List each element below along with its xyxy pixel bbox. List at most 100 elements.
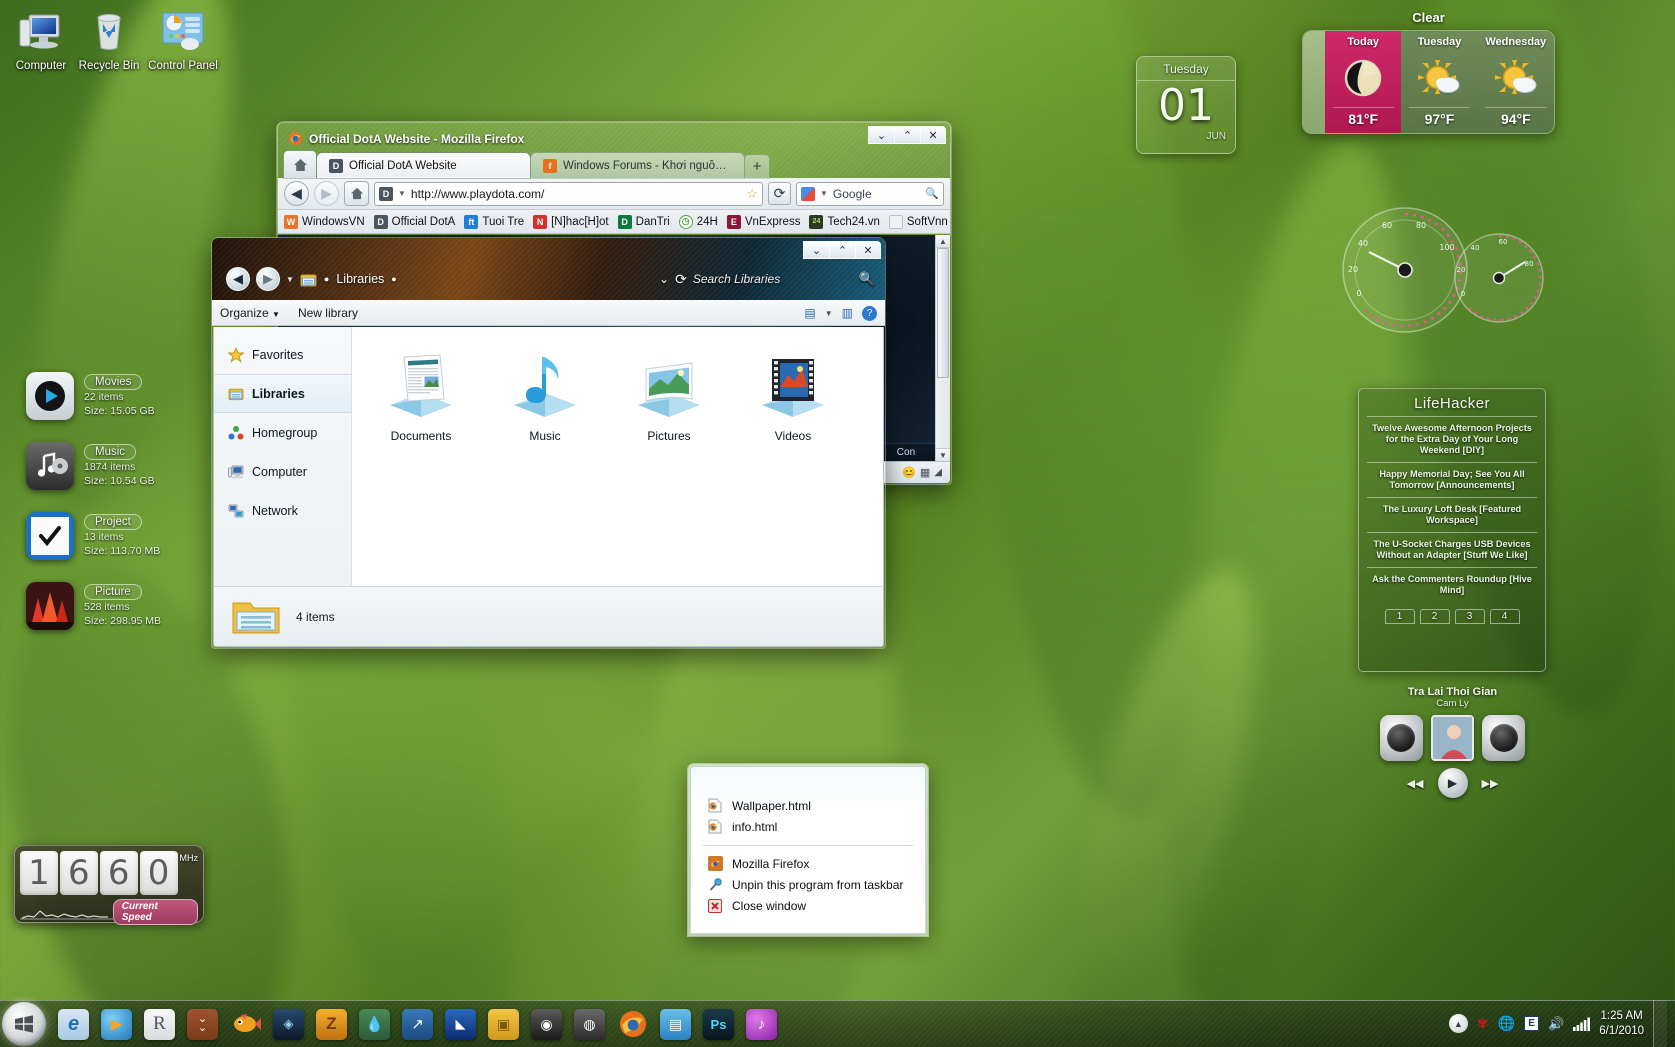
cpu-speed-gadget[interactable]: 1 6 6 0 MHz Current Speed xyxy=(14,845,204,923)
bookmark-item[interactable]: DOfficial DotA xyxy=(374,215,456,229)
lifehacker-gadget[interactable]: LifeHacker Twelve Awesome Afternoon Proj… xyxy=(1358,388,1546,672)
explorer-window-controls[interactable]: ⌄ ⌃ ✕ xyxy=(803,241,881,259)
library-item-music[interactable]: Music xyxy=(494,349,596,443)
music-player-gadget[interactable]: Tra Lai Thoi Gian Cam Ly ◀◀ ▶ ▶▶ xyxy=(1380,686,1525,801)
firefox-navbar[interactable]: ◀ ▶ D ▼ http://www.playdota.com/ ☆ ⟳ ▼ G… xyxy=(278,178,950,210)
forward-button[interactable]: ▶ xyxy=(314,181,339,206)
next-button[interactable]: ▶▶ xyxy=(1482,777,1499,790)
bookmark-star-icon[interactable]: ☆ xyxy=(746,186,758,202)
minimize-button[interactable]: ⌄ xyxy=(803,241,829,259)
jumplist-item-wallpaper[interactable]: Wallpaper.html xyxy=(691,795,925,816)
search-icon[interactable]: 🔍 xyxy=(925,187,939,200)
taskbar-item-winrar[interactable]: Z xyxy=(310,1004,353,1044)
bookmark-item[interactable]: ftTuoi Tre xyxy=(464,215,524,229)
taskbar-item-fish-app[interactable] xyxy=(224,1004,267,1044)
red-tray-icon[interactable]: ✾ xyxy=(1477,1015,1489,1032)
explorer-breadcrumb[interactable]: ● Libraries ● xyxy=(300,272,653,287)
jumplist-item-firefox[interactable]: Mozilla Firefox xyxy=(691,853,925,874)
sidebar-item-libraries[interactable]: Libraries xyxy=(214,374,351,413)
page-button[interactable]: 2 xyxy=(1420,609,1450,624)
show-hidden-icons-button[interactable]: ▲ xyxy=(1449,1014,1468,1033)
taskbar-items[interactable]: e ▶ R ⌄⌄ ◈ Z 💧 ↗ ◣ ▣ ◉ ◍ ▤ Ps ♪ xyxy=(52,1004,783,1044)
folder-gadget-movies[interactable]: Movies 22 items Size: 15.05 GB xyxy=(26,372,155,420)
bookmark-item[interactable]: ◷24H xyxy=(679,215,718,229)
page-link-con[interactable]: Con xyxy=(897,447,915,458)
bookmark-item[interactable]: SoftVnn xyxy=(889,215,948,229)
taskbar-item-folder-app[interactable]: ▣ xyxy=(482,1004,525,1044)
bookmark-item[interactable]: 24Tech24.vn xyxy=(809,215,879,229)
chevron-down-icon[interactable]: ▼ xyxy=(825,309,833,318)
minimize-button[interactable]: ⌄ xyxy=(868,126,894,144)
taskbar-item-game-app[interactable]: ◈ xyxy=(267,1004,310,1044)
taskbar-item-blue-app[interactable]: ◣ xyxy=(439,1004,482,1044)
lifehacker-headline[interactable]: Twelve Awesome Afternoon Projects for th… xyxy=(1367,416,1537,462)
taskbar-item-r-app[interactable]: R xyxy=(138,1004,181,1044)
smiley-icon[interactable]: 😊 xyxy=(902,466,916,479)
explorer-content-pane[interactable]: Documents Music Pictures Videos xyxy=(352,327,883,586)
new-tab-button[interactable]: + xyxy=(745,155,769,178)
url-bar[interactable]: D ▼ http://www.playdota.com/ ☆ xyxy=(374,182,763,206)
explorer-navigation-pane[interactable]: Favorites Libraries Homegroup Computer N… xyxy=(214,327,352,586)
bookmark-item[interactable]: EVnExpress xyxy=(727,215,801,229)
signal-tray-icon[interactable] xyxy=(1573,1017,1590,1031)
play-button[interactable]: ▶ xyxy=(1438,768,1468,798)
jumplist-item-unpin[interactable]: Unpin this program from taskbar xyxy=(691,874,925,895)
search-bar[interactable]: ▼ Google 🔍 xyxy=(796,182,944,206)
taskbar-jumplist[interactable]: Wallpaper.html info.html Mozilla Firefox… xyxy=(688,764,928,936)
address-dropdown-icon[interactable]: ⌄ xyxy=(659,272,669,286)
weather-day-tuesday[interactable]: Tuesday 97°F xyxy=(1401,31,1477,133)
start-button[interactable] xyxy=(2,1002,46,1046)
page-button[interactable]: 1 xyxy=(1385,609,1415,624)
volume-tray-icon[interactable]: 🔊 xyxy=(1548,1016,1564,1032)
prev-button[interactable]: ◀◀ xyxy=(1407,777,1424,790)
desktop-icon-control-panel[interactable]: Control Panel xyxy=(142,8,224,72)
taskbar-item-download-manager[interactable]: ⌄⌄ xyxy=(181,1004,224,1044)
scroll-up-icon[interactable]: ▲ xyxy=(936,235,950,248)
explorer-addressbar[interactable]: ◀ ▶ ▼ ● Libraries ● ⌄ ⟳ Search Libraries… xyxy=(226,266,875,292)
sidebar-item-homegroup[interactable]: Homegroup xyxy=(214,413,351,452)
firefox-scrollbar[interactable]: ▲ ▼ xyxy=(935,235,950,461)
library-item-pictures[interactable]: Pictures xyxy=(618,349,720,443)
cpu-gauge-gadget[interactable]: 02040 6080100 02040 6080 xyxy=(1335,200,1555,340)
taskbar-clock[interactable]: 1:25 AM 6/1/2010 xyxy=(1599,1009,1644,1039)
breadcrumb-text[interactable]: Libraries xyxy=(336,272,384,286)
search-icon[interactable]: 🔍 xyxy=(859,271,875,287)
tab-official-dota[interactable]: D Official DotA Website xyxy=(317,153,530,178)
jumplist-item-info[interactable]: info.html xyxy=(691,816,925,837)
weather-gadget[interactable]: Today 81°F Tuesday 97°F Wednesday 94°F xyxy=(1302,30,1555,134)
preview-pane-icon[interactable]: ▥ xyxy=(842,306,853,320)
close-button[interactable]: ✕ xyxy=(855,241,881,259)
bookmark-item[interactable]: DDanTri xyxy=(618,215,670,229)
scroll-down-icon[interactable]: ▼ xyxy=(936,448,950,461)
lifehacker-headline[interactable]: The Luxury Loft Desk [Featured Workspace… xyxy=(1367,497,1537,532)
scroll-thumb[interactable] xyxy=(937,248,949,378)
folder-gadget-music[interactable]: Music 1874 items Size: 10.54 GB xyxy=(26,442,155,490)
organize-button[interactable]: Organize ▼ xyxy=(220,306,280,320)
taskbar-item-internet-explorer[interactable]: e xyxy=(52,1004,95,1044)
tab-home-button[interactable] xyxy=(284,151,316,178)
bookmark-item[interactable]: WWindowsVN xyxy=(284,215,365,229)
taskbar-item-photoshop[interactable]: Ps xyxy=(697,1004,740,1044)
library-item-videos[interactable]: Videos xyxy=(742,349,844,443)
folder-gadget-project[interactable]: Project 13 items Size: 113.70 MB xyxy=(26,512,160,560)
home-button[interactable] xyxy=(344,181,369,206)
help-icon[interactable]: ? xyxy=(862,306,877,321)
view-layout-icon[interactable]: ▤ xyxy=(804,306,815,320)
new-library-button[interactable]: New library xyxy=(298,306,358,320)
taskbar-item-firefox[interactable] xyxy=(611,1004,654,1044)
sidebar-item-favorites[interactable]: Favorites xyxy=(214,335,351,374)
page-button[interactable]: 3 xyxy=(1455,609,1485,624)
reload-button[interactable]: ⟳ xyxy=(768,182,791,205)
explorer-window[interactable]: ⌄ ⌃ ✕ ◀ ▶ ▼ ● Libraries ● ⌄ ⟳ Search Lib… xyxy=(212,238,885,648)
firefox-window-controls[interactable]: ⌄ ⌃ ✕ xyxy=(868,126,946,144)
taskbar-item-arrow-app[interactable]: ↗ xyxy=(396,1004,439,1044)
bookmarks-toolbar[interactable]: WWindowsVN DOfficial DotA ftTuoi Tre N[N… xyxy=(278,210,950,234)
tab-windows-forums[interactable]: f Windows Forums - Khơi nguồn côn... xyxy=(531,153,744,178)
page-button[interactable]: 4 xyxy=(1490,609,1520,624)
taskbar-item-explorer[interactable]: ▤ xyxy=(654,1004,697,1044)
taskbar-item-media-player[interactable]: ▶ xyxy=(95,1004,138,1044)
folder-gadget-picture[interactable]: Picture 528 items Size: 298.95 MB xyxy=(26,582,161,630)
weather-day-wednesday[interactable]: Wednesday 94°F xyxy=(1478,31,1554,133)
back-button[interactable]: ◀ xyxy=(284,181,309,206)
firefox-tabstrip[interactable]: D Official DotA Website f Windows Forums… xyxy=(278,149,950,178)
